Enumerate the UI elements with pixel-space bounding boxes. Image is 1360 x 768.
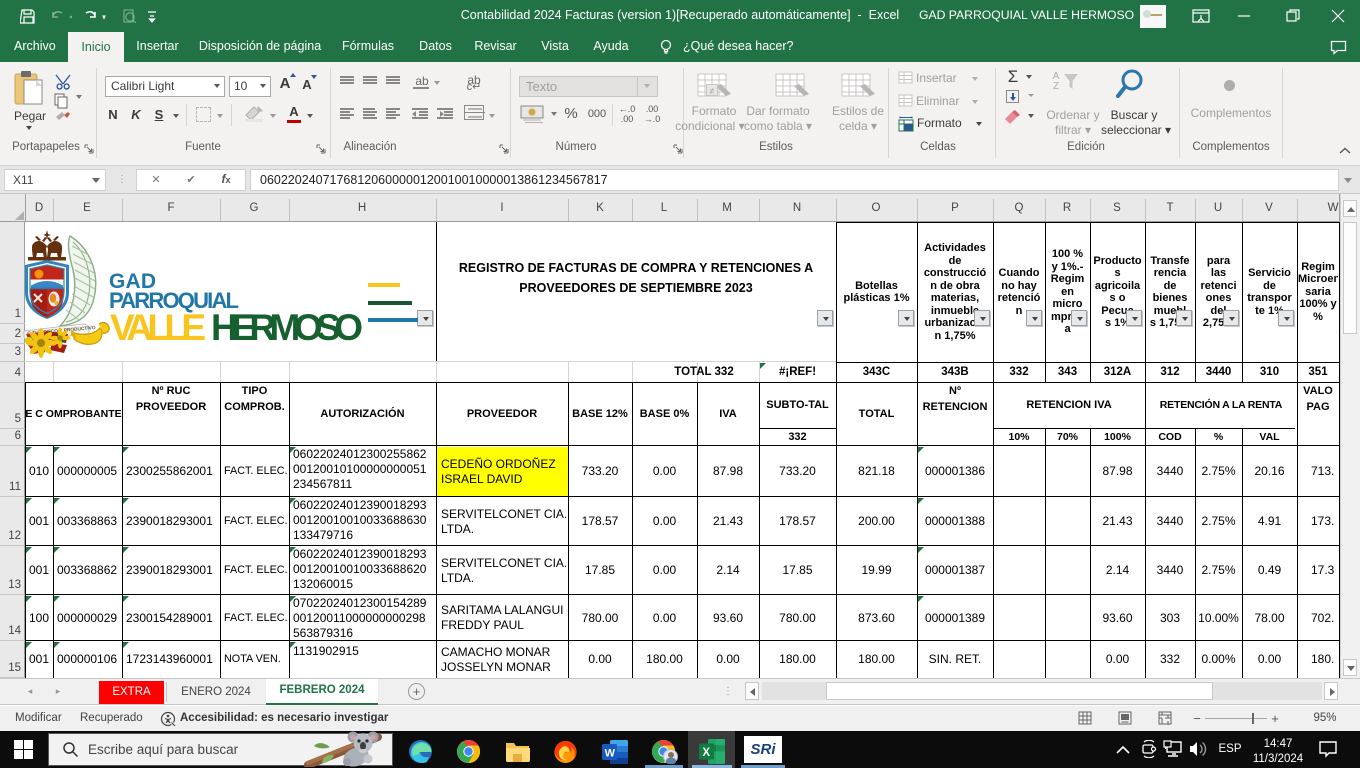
svg-text:W: W [605,748,616,760]
svg-text:X: X [702,747,710,759]
svg-text:HERMOSO: HERMOSO [211,307,363,348]
svg-text:VALLE: VALLE [110,307,206,348]
